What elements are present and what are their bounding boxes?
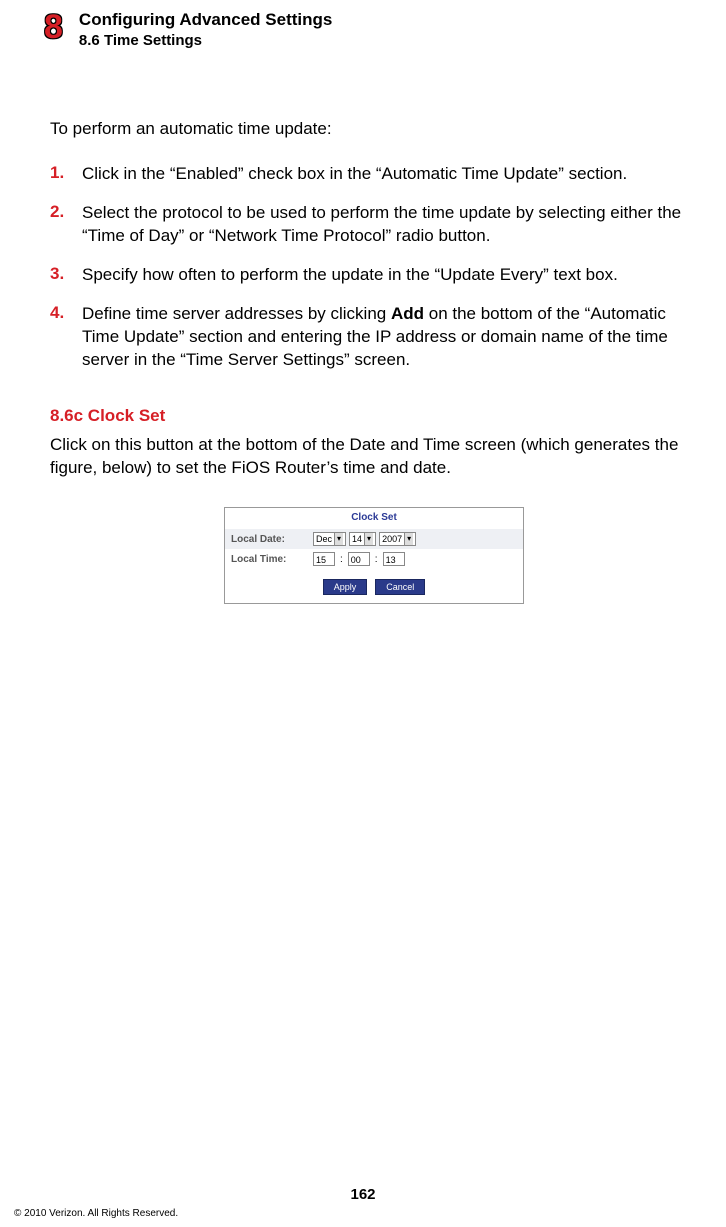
step-text: Select the protocol to be used to perfor…	[82, 202, 698, 248]
copyright-notice: © 2010 Verizon. All Rights Reserved.	[14, 1208, 178, 1219]
day-value: 14	[352, 534, 362, 544]
minutes-input[interactable]: 00	[348, 552, 370, 566]
page-number: 162	[0, 1186, 726, 1203]
local-date-label: Local Date:	[231, 534, 313, 545]
step-text: Click in the “Enabled” check box in the …	[82, 163, 627, 186]
month-select[interactable]: Dec▾	[313, 532, 346, 546]
clock-set-dialog: Clock Set Local Date: Dec▾ 14▾ 2007▾ Loc…	[224, 507, 524, 604]
hours-input[interactable]: 15	[313, 552, 335, 566]
step-text: Define time server addresses by clicking…	[82, 303, 698, 372]
section-title: 8.6 Time Settings	[79, 32, 332, 49]
chapter-title: Configuring Advanced Settings	[79, 10, 332, 30]
step-number: 2.	[50, 202, 72, 248]
dropdown-icon: ▾	[364, 533, 373, 545]
year-select[interactable]: 2007▾	[379, 532, 416, 546]
subsection-text: Click on this button at the bottom of th…	[50, 434, 698, 480]
local-date-controls: Dec▾ 14▾ 2007▾	[313, 532, 416, 546]
step-item: 1. Click in the “Enabled” check box in t…	[50, 163, 698, 186]
local-time-label: Local Time:	[231, 554, 313, 565]
step-bold: Add	[391, 304, 424, 323]
day-select[interactable]: 14▾	[349, 532, 376, 546]
step-item: 3. Specify how often to perform the upda…	[50, 264, 698, 287]
header-titles: Configuring Advanced Settings 8.6 Time S…	[79, 10, 332, 49]
step-item: 4. Define time server addresses by click…	[50, 303, 698, 372]
local-time-controls: 15 : 00 : 13	[313, 552, 405, 566]
step-number: 1.	[50, 163, 72, 186]
step-number: 3.	[50, 264, 72, 287]
cancel-button[interactable]: Cancel	[375, 579, 425, 595]
clock-set-title: Clock Set	[225, 508, 523, 529]
step-item: 2. Select the protocol to be used to per…	[50, 202, 698, 248]
subsection-heading: 8.6c Clock Set	[50, 406, 698, 426]
dropdown-icon: ▾	[404, 533, 413, 545]
figure-wrap: Clock Set Local Date: Dec▾ 14▾ 2007▾ Loc…	[50, 507, 698, 604]
step-text-part: Define time server addresses by clicking	[82, 304, 391, 323]
step-number: 4.	[50, 303, 72, 372]
local-time-row: Local Time: 15 : 00 : 13	[225, 549, 523, 569]
page-header: 8 Configuring Advanced Settings 8.6 Time…	[44, 10, 698, 49]
time-colon: :	[338, 554, 345, 565]
year-value: 2007	[382, 534, 402, 544]
apply-button[interactable]: Apply	[323, 579, 368, 595]
local-date-row: Local Date: Dec▾ 14▾ 2007▾	[225, 529, 523, 549]
clock-set-buttons: Apply Cancel	[225, 569, 523, 603]
content: To perform an automatic time update: 1. …	[50, 119, 698, 604]
intro-text: To perform an automatic time update:	[50, 119, 698, 139]
seconds-input[interactable]: 13	[383, 552, 405, 566]
month-value: Dec	[316, 534, 332, 544]
chapter-number: 8	[44, 10, 63, 44]
time-colon: :	[373, 554, 380, 565]
dropdown-icon: ▾	[334, 533, 343, 545]
step-text: Specify how often to perform the update …	[82, 264, 618, 287]
steps-list: 1. Click in the “Enabled” check box in t…	[50, 163, 698, 372]
